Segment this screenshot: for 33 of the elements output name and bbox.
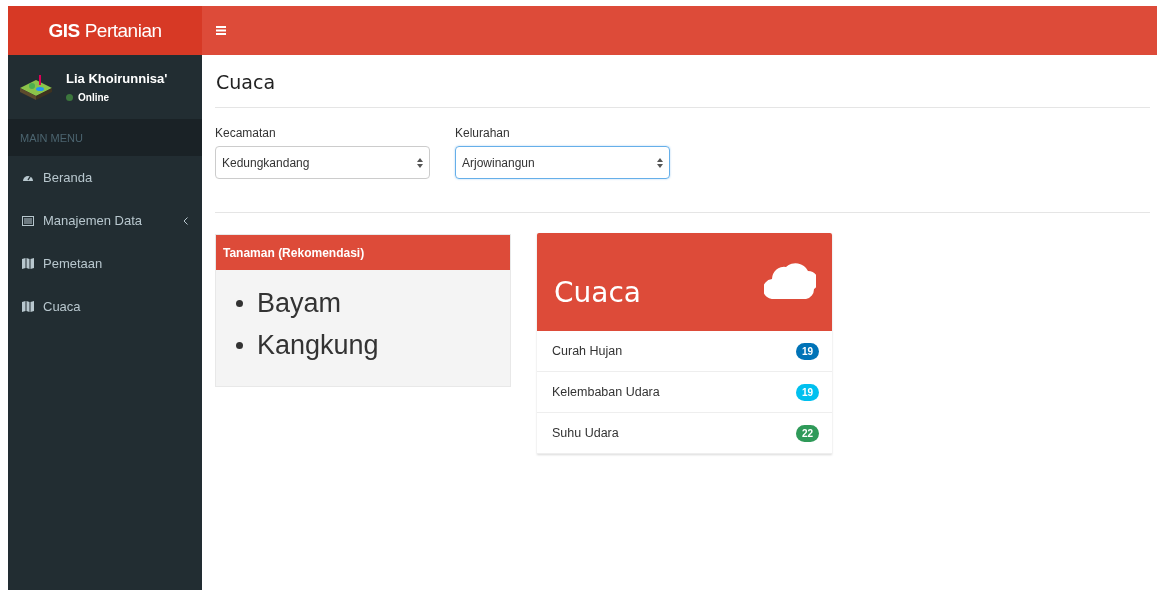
brand-logo[interactable]: GIS Pertanian <box>8 6 202 55</box>
select-field[interactable]: Arjowinangun <box>455 146 670 179</box>
map-icon <box>22 301 34 312</box>
field-label: Kelurahan <box>455 126 511 140</box>
sort-arrows-icon <box>657 157 663 168</box>
plant-name: Kangkung <box>257 329 379 361</box>
user-status: Online <box>78 92 110 103</box>
chevron-left-icon <box>183 216 188 225</box>
menu-header: MAIN MENU <box>20 131 83 144</box>
bullet-icon <box>236 341 243 349</box>
menu-item[interactable]: Beranda <box>8 156 202 199</box>
panel-header: Tanaman (Rekomendasi) <box>216 235 510 270</box>
map-avatar-icon <box>18 72 54 102</box>
field-label: Kecamatan <box>215 126 277 140</box>
menu-item[interactable]: Manajemen Data <box>8 199 202 242</box>
user-name: Lia Khoirunnisa' <box>66 71 168 86</box>
weather-label: Kelembaban Udara <box>552 385 660 399</box>
value-badge: 19 <box>795 342 819 360</box>
sort-arrows-icon <box>417 157 423 168</box>
weather-label: Curah Hujan <box>552 344 623 358</box>
map-icon <box>22 258 34 269</box>
menu-item[interactable]: Cuaca <box>8 285 202 328</box>
value-badge: 19 <box>795 383 819 401</box>
menu-icon[interactable] <box>216 26 226 35</box>
value-badge: 22 <box>795 424 819 442</box>
select-field[interactable]: Kedungkandang <box>215 146 430 179</box>
menu-item[interactable]: Pemetaan <box>8 242 202 285</box>
bullet-icon <box>236 299 243 307</box>
weather-label: Suhu Udara <box>552 426 619 440</box>
weather-title: Cuaca <box>554 275 641 309</box>
plant-name: Bayam <box>257 287 342 319</box>
page-title: Cuaca <box>215 70 277 95</box>
list-icon <box>22 215 34 226</box>
